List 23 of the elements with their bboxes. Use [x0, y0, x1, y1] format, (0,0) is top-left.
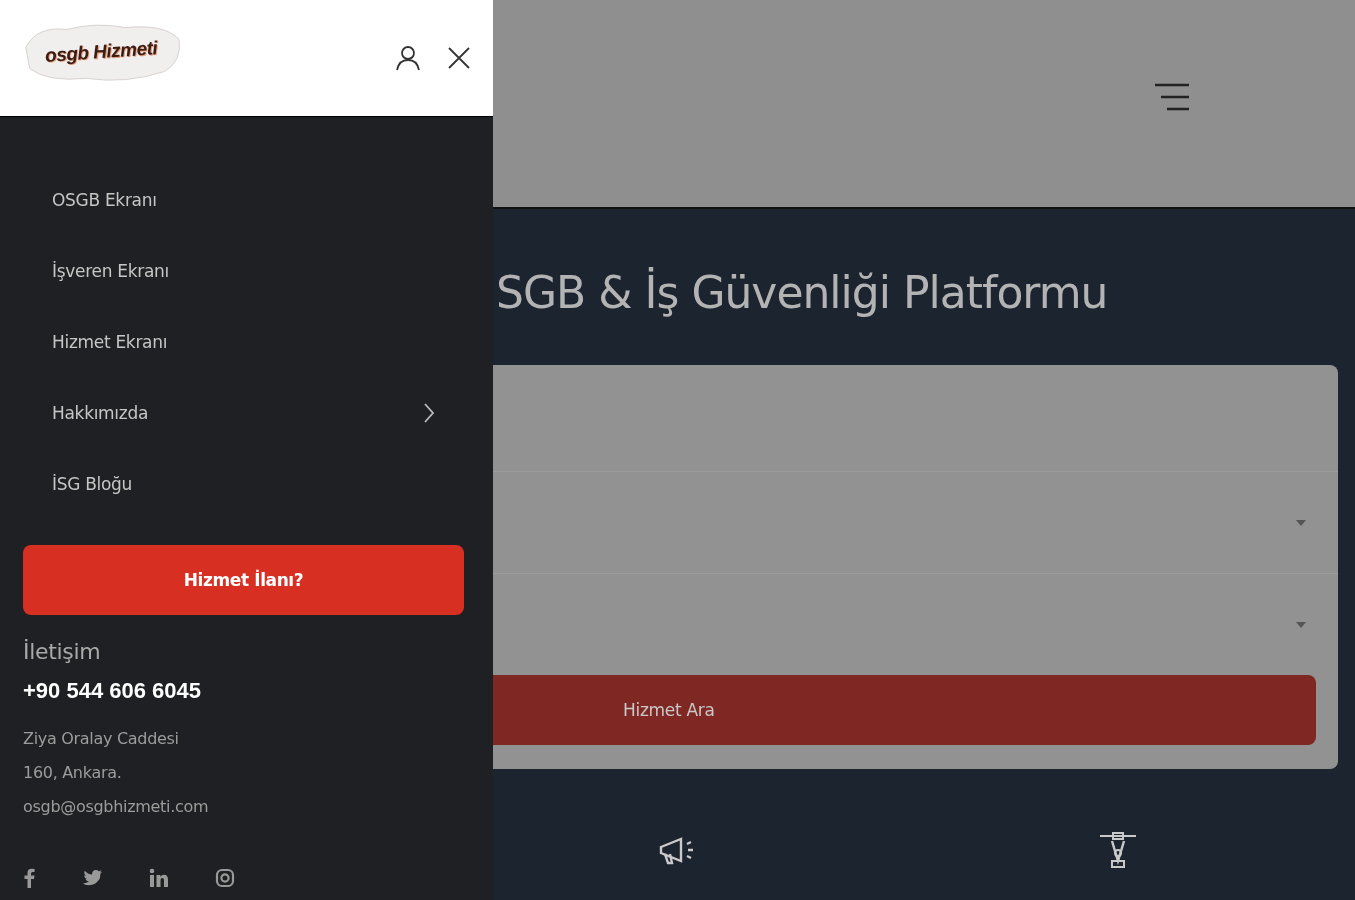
menu-item[interactable]: İşveren Ekranı: [52, 235, 435, 306]
menu-item[interactable]: OSGB Ekranı: [52, 164, 435, 235]
menu-item[interactable]: Hakkımızda: [52, 377, 435, 448]
menu-item[interactable]: İSG Bloğu: [52, 448, 435, 519]
chevron-icon: [423, 401, 435, 424]
menu-item[interactable]: Hizmet Ekranı: [52, 306, 435, 377]
linkedin-icon[interactable]: [149, 868, 169, 888]
phone-link[interactable]: +90 544 606 6045: [23, 678, 201, 704]
address-text: Ziya Oralay Caddesi 160, Ankara.: [23, 728, 180, 784]
twitter-icon[interactable]: [81, 869, 103, 887]
email-link[interactable]: osgb@osgbhizmeti.com: [23, 790, 209, 824]
menu-icon[interactable]: [1153, 81, 1191, 112]
hero-title: SGB & İş Güvenliği Platformu: [496, 267, 1109, 320]
close-icon[interactable]: [447, 46, 471, 70]
search-button[interactable]: Hizmet Ara: [493, 675, 1316, 745]
post-service-button[interactable]: Hizmet İlanı?: [23, 545, 464, 615]
contact-heading: İletişim: [23, 639, 102, 664]
instagram-icon[interactable]: [215, 868, 235, 888]
caret-icon: [1296, 621, 1306, 628]
user-icon[interactable]: [395, 45, 421, 71]
pen-tool-icon: [1098, 831, 1138, 869]
caret-icon: [1296, 519, 1306, 526]
facebook-icon[interactable]: [23, 868, 35, 888]
